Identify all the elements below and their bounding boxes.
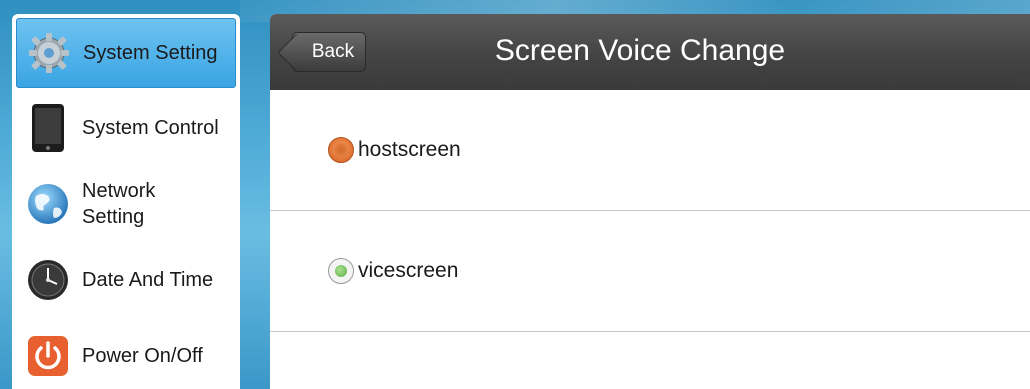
- globe-icon: [26, 182, 70, 226]
- sidebar-item-label: Power On/Off: [82, 345, 203, 367]
- power-icon: [26, 334, 70, 378]
- panel-header: Back Screen Voice Change: [270, 14, 1030, 90]
- sidebar-item-label: System Control: [82, 117, 219, 139]
- sidebar-item-network-setting[interactable]: Network Setting: [16, 168, 236, 240]
- clock-icon: [26, 258, 70, 302]
- sidebar-item-label: Network Setting: [82, 180, 156, 228]
- back-button-label: Back: [311, 41, 355, 62]
- sidebar-item-system-setting[interactable]: System Setting: [16, 18, 236, 88]
- radio-unselected[interactable]: [328, 258, 354, 284]
- option-vicescreen[interactable]: vicescreen: [270, 211, 1030, 332]
- sidebar-item-power-on-off[interactable]: Power On/Off: [16, 320, 236, 389]
- option-hostscreen[interactable]: hostscreen: [270, 90, 1030, 211]
- tablet-icon: [26, 104, 70, 152]
- sidebar-item-label: Date And Time: [82, 269, 214, 291]
- radio-selected[interactable]: [328, 137, 354, 163]
- option-label: vicescreen: [358, 259, 459, 282]
- option-label: hostscreen: [358, 138, 461, 161]
- sidebar-item-label: System Setting: [83, 42, 218, 64]
- sidebar-pointer: [222, 310, 240, 370]
- screen-voice-panel: Back Screen Voice Change hostscreen vice…: [270, 14, 1030, 389]
- page-title: Screen Voice Change: [494, 34, 786, 67]
- sidebar-item-system-control[interactable]: System Control: [16, 92, 236, 164]
- sidebar-item-date-and-time[interactable]: Date And Time: [16, 244, 236, 316]
- settings-sidebar: System Setting System Control Network Se…: [12, 14, 240, 389]
- gear-icon: [27, 31, 71, 75]
